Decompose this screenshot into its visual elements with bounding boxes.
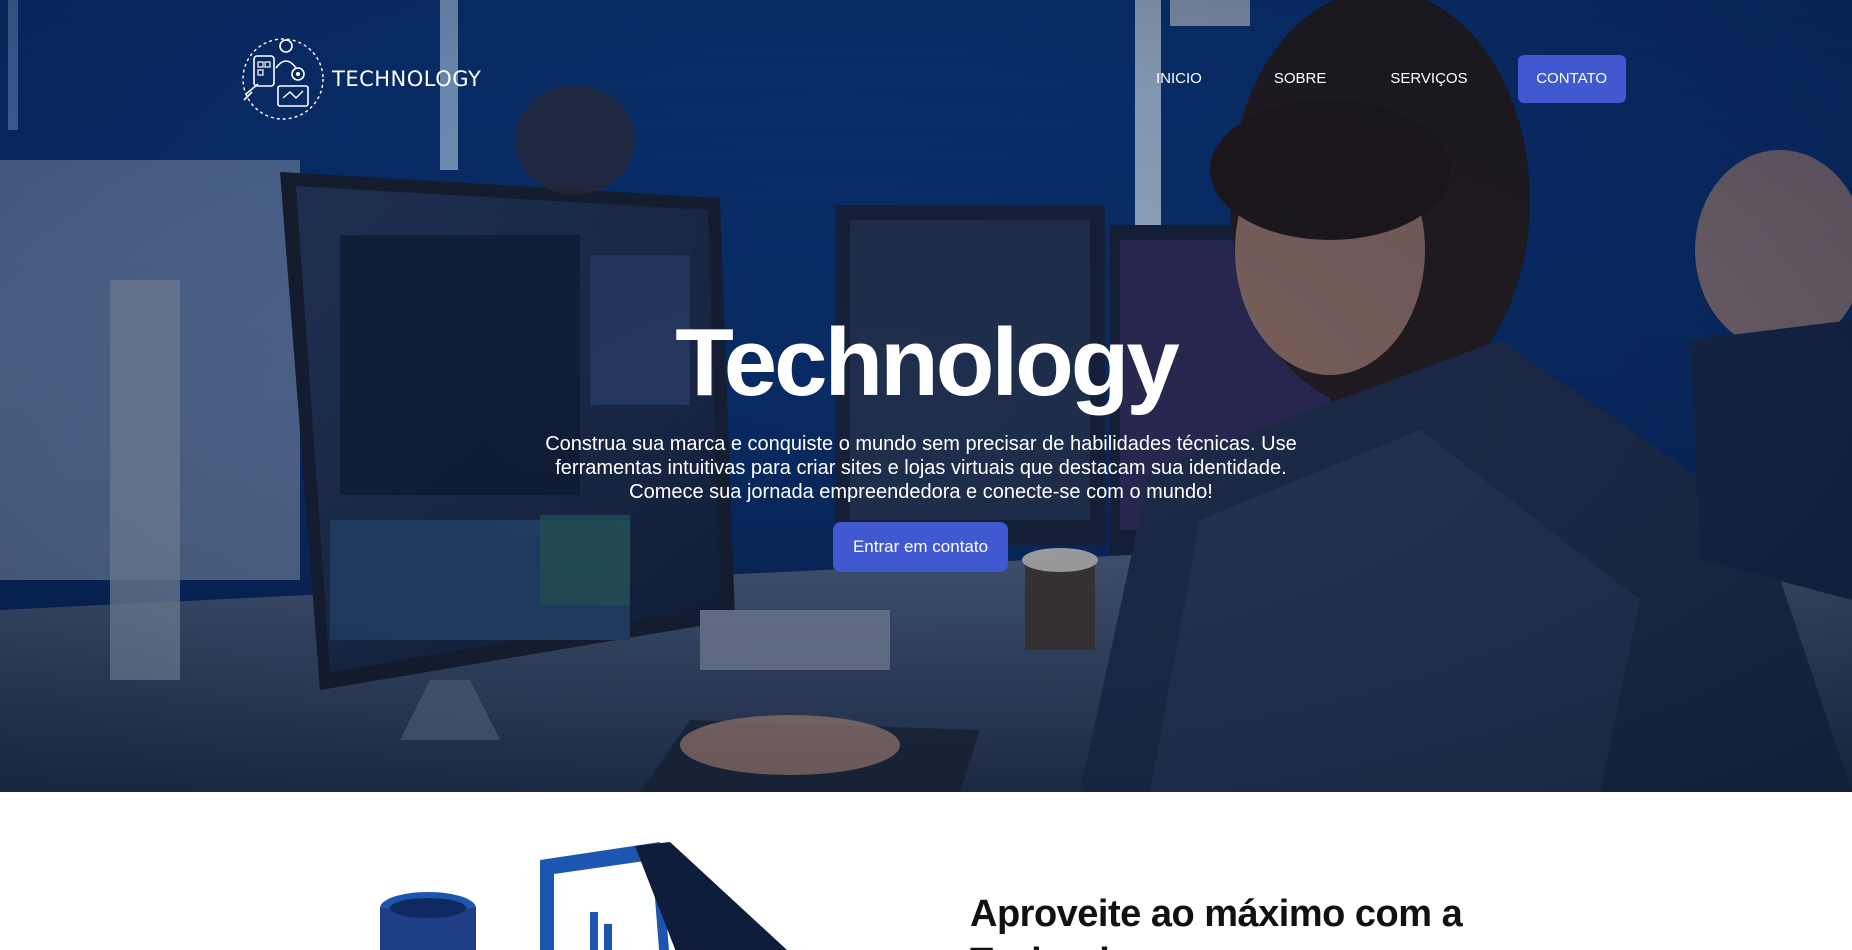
- hero-title: Technology: [675, 309, 1180, 416]
- nav-link-sobre[interactable]: SOBRE: [1274, 54, 1327, 104]
- nav-link-servicos[interactable]: SERVIÇOS: [1390, 54, 1467, 104]
- section-title: Aproveite ao máximo com a Technology: [970, 893, 1463, 950]
- laptop-illustration: [380, 842, 787, 950]
- hero-section: TECHNOLOGY INICIO SOBRE SERVIÇOS CONTATO…: [0, 0, 1852, 792]
- hero-description: Construa sua marca e conquiste o mundo s…: [545, 433, 1297, 503]
- contact-cta-button[interactable]: Entrar em contato: [833, 522, 1008, 572]
- brand-name: TECHNOLOGY: [332, 67, 482, 91]
- nav-link-inicio[interactable]: INICIO: [1156, 54, 1202, 104]
- brand-logo[interactable]: TECHNOLOGY: [240, 36, 481, 122]
- main-nav: INICIO SOBRE SERVIÇOS CONTATO: [1140, 54, 1626, 104]
- technician-logo-icon: [242, 38, 324, 120]
- contact-button[interactable]: CONTATO: [1517, 55, 1626, 103]
- about-section: Aproveite ao máximo com a Technology: [0, 792, 1852, 950]
